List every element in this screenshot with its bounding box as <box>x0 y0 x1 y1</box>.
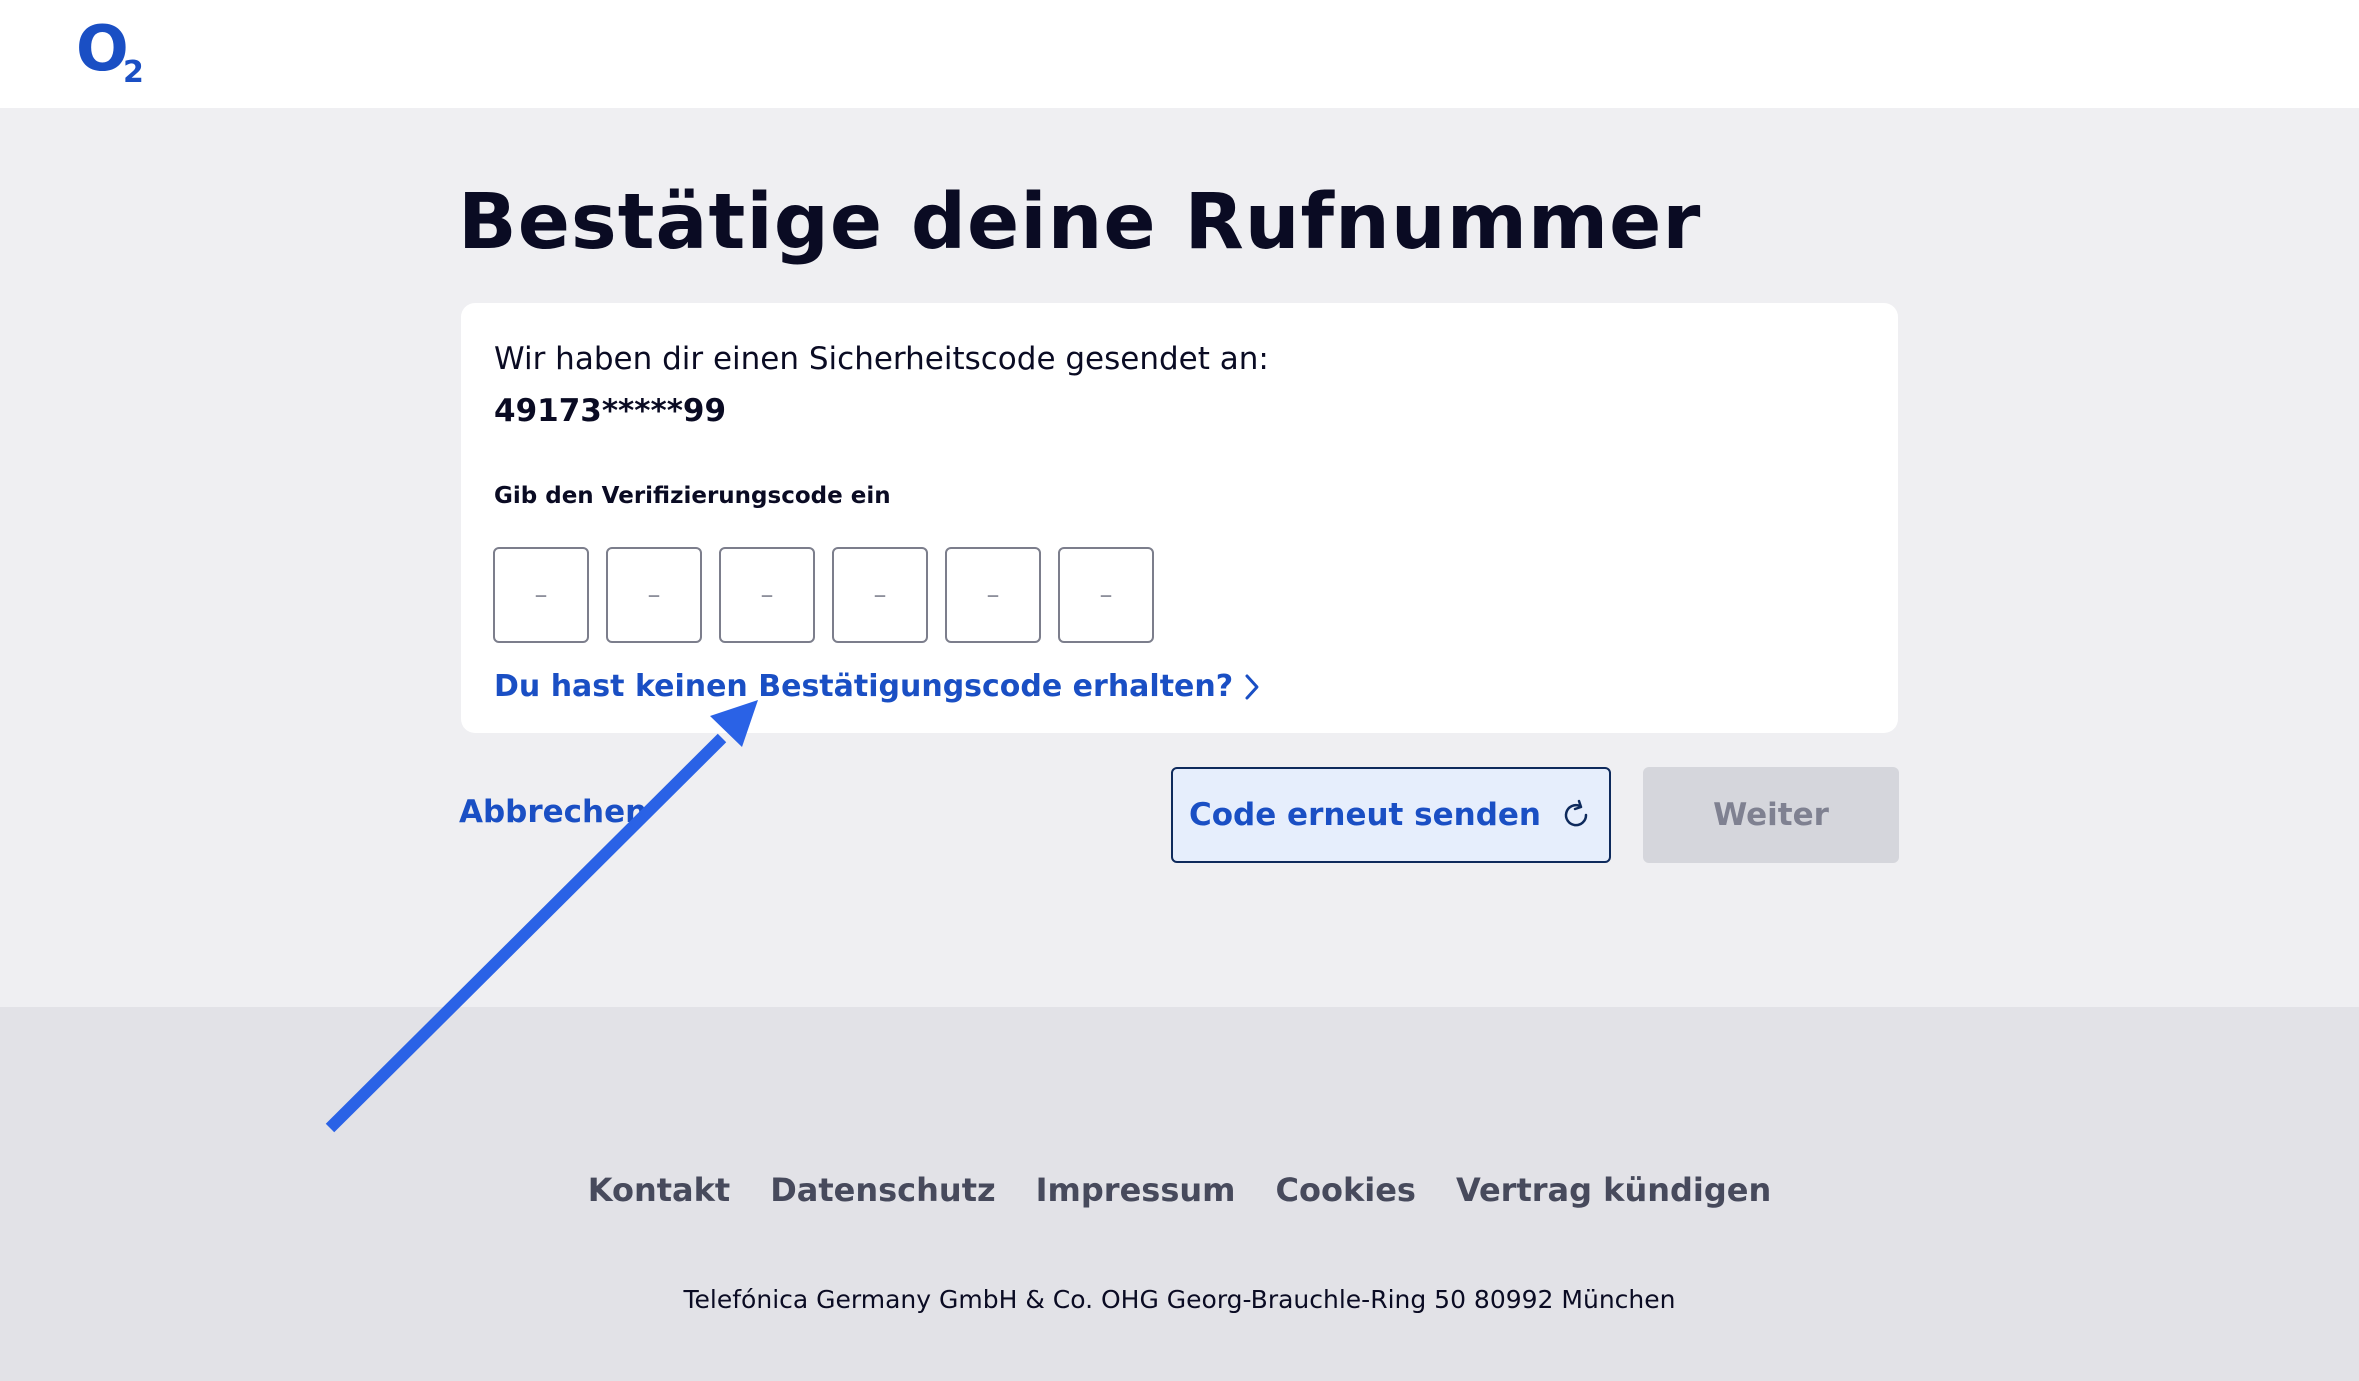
code-digit-5[interactable] <box>945 547 1041 643</box>
code-label: Gib den Verifizierungscode ein <box>494 483 891 509</box>
chevron-right-icon <box>1245 674 1259 699</box>
code-sent-text: Wir haben dir einen Sicherheitscode gese… <box>494 341 1269 377</box>
header: O 2 <box>0 0 2359 108</box>
footer-link-vertrag-kuendigen[interactable]: Vertrag kündigen <box>1456 1171 1771 1209</box>
code-digit-4[interactable] <box>832 547 928 643</box>
refresh-icon <box>1564 799 1588 827</box>
o2-logo[interactable]: O 2 <box>76 18 156 88</box>
main-content: Bestätige deine Rufnummer Wir haben dir … <box>0 108 2359 1007</box>
phone-number: 49173*****99 <box>494 393 727 429</box>
code-digit-3[interactable] <box>719 547 815 643</box>
no-code-received-label: Du hast keinen Bestätigungscode erhalten… <box>494 669 1234 704</box>
code-digit-6[interactable] <box>1058 547 1154 643</box>
footer-link-kontakt[interactable]: Kontakt <box>588 1171 730 1209</box>
code-input-group <box>493 547 1154 643</box>
footer: Kontakt Datenschutz Impressum Cookies Ve… <box>0 1007 2359 1381</box>
resend-code-label: Code erneut senden <box>1189 797 1541 833</box>
no-code-received-link[interactable]: Du hast keinen Bestätigungscode erhalten… <box>494 669 1261 704</box>
resend-code-button[interactable]: Code erneut senden <box>1171 767 1611 863</box>
svg-text:2: 2 <box>123 55 144 88</box>
company-address: Telefónica Germany GmbH & Co. OHG Georg-… <box>683 1285 1676 1314</box>
svg-text:O: O <box>76 18 129 85</box>
footer-link-impressum[interactable]: Impressum <box>1036 1171 1236 1209</box>
footer-link-cookies[interactable]: Cookies <box>1275 1171 1415 1209</box>
next-button[interactable]: Weiter <box>1643 767 1899 863</box>
verification-card: Wir haben dir einen Sicherheitscode gese… <box>461 303 1898 733</box>
footer-nav: Kontakt Datenschutz Impressum Cookies Ve… <box>0 1171 2359 1209</box>
code-digit-1[interactable] <box>493 547 589 643</box>
code-digit-2[interactable] <box>606 547 702 643</box>
page-title: Bestätige deine Rufnummer <box>458 178 1702 267</box>
cancel-link[interactable]: Abbrechen <box>459 794 647 830</box>
footer-link-datenschutz[interactable]: Datenschutz <box>770 1171 995 1209</box>
